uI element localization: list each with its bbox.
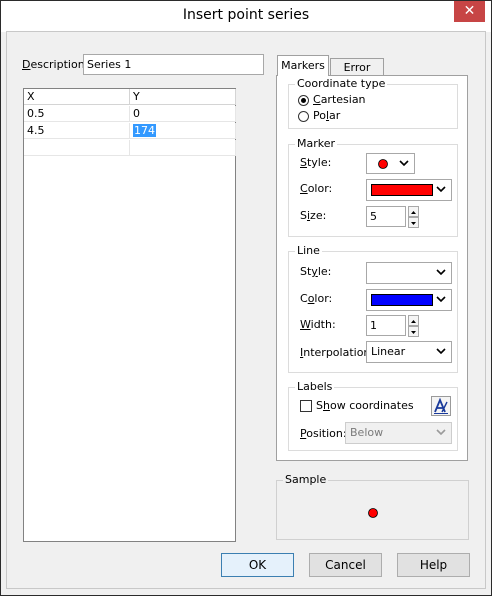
markers-tab-panel: Coordinate type Cartesian Polar Marker S… [276,75,468,461]
line-style-label: Style: [300,265,332,278]
position-label: Position: [300,427,347,440]
table-cell-x[interactable]: 0.5 [24,106,130,122]
marker-style-select[interactable] [366,153,415,174]
window-title: Insert point series [182,7,310,23]
help-button[interactable]: Help [397,553,470,577]
table-row-empty [24,140,236,156]
show-coordinates-label[interactable]: Show coordinates [316,399,414,412]
chevron-down-icon [399,160,409,167]
show-coordinates-checkbox[interactable] [300,400,312,412]
marker-color-swatch [371,184,433,196]
interpolation-label: Interpolation: [300,346,375,359]
line-width-label: Width: [300,318,336,331]
arrow-up-icon [411,320,416,323]
tab-markers[interactable]: Markers [277,55,329,76]
spin-down-button[interactable] [408,326,419,337]
cartesian-radio[interactable] [298,95,309,106]
arrow-down-icon [411,222,416,225]
sample-group: Sample [276,473,469,540]
polar-radio[interactable] [298,111,309,122]
marker-legend: Marker [295,137,338,151]
sample-legend: Sample [283,473,329,487]
description-input[interactable] [83,54,264,75]
column-header-x[interactable]: X [24,89,130,105]
ok-button[interactable]: OK [221,553,294,577]
title-bar: Insert point series ✕ [1,1,491,32]
marker-group: Marker Style: Color: Size: [288,137,458,237]
line-color-label: Color: [300,292,333,305]
position-value: Below [350,426,384,439]
column-header-y[interactable]: Y [130,89,236,105]
red-dot-icon [378,159,388,169]
line-color-swatch [371,294,433,306]
marker-color-select[interactable] [366,179,452,201]
arrow-up-icon [411,211,416,214]
position-select-disabled[interactable]: Below [345,422,452,444]
spin-up-button[interactable] [408,206,419,217]
description-label: Description: [22,58,89,71]
radio-selected-dot [301,98,306,103]
chevron-down-icon [436,296,446,303]
chevron-down-icon [436,269,446,276]
spin-down-button[interactable] [408,217,419,228]
labels-legend: Labels [295,380,335,394]
chevron-down-icon [436,348,446,355]
line-color-select[interactable] [366,289,452,311]
table-cell-y-editing[interactable]: 174 [130,123,236,139]
marker-style-dot [378,159,388,169]
font-button[interactable] [431,396,451,416]
marker-color-label: Color: [300,182,333,195]
sample-marker-dot [368,508,378,518]
line-style-select[interactable] [366,262,452,284]
font-icon [434,397,448,414]
tab-error-bars[interactable]: Error bars [330,58,384,91]
marker-style-label: Style: [300,156,332,169]
table-row: 0.5 0 [24,106,236,122]
arrow-down-icon [411,331,416,334]
line-group: Line Style: Color: Width: Interpolation:… [288,244,458,373]
cartesian-label[interactable]: Cartesian [313,93,366,106]
table-row: 4.5 174 [24,123,236,139]
close-button[interactable]: ✕ [454,1,485,22]
chevron-down-icon [436,429,446,436]
chevron-down-icon [436,186,446,193]
table-cell-x[interactable]: 4.5 [24,123,130,139]
line-legend: Line [295,244,322,258]
spin-up-button[interactable] [408,315,419,326]
sample-marker-icon [368,508,378,518]
line-width-input[interactable] [366,315,406,336]
marker-size-input[interactable] [366,206,406,227]
marker-size-label: Size: [300,209,327,222]
interpolation-select[interactable]: Linear [366,341,452,363]
table-header-row: X Y [24,89,236,105]
table-cell-empty[interactable] [24,140,130,156]
data-table[interactable]: X Y 0.5 0 4.5 174 [23,88,236,542]
close-icon: ✕ [463,3,476,19]
cancel-button[interactable]: Cancel [309,553,382,577]
labels-group: Labels Show coordinates Position: Below [288,380,458,451]
polar-label[interactable]: Polar [313,109,340,122]
interpolation-value: Linear [371,345,406,358]
table-cell-y[interactable]: 0 [130,106,236,122]
selected-cell-text[interactable]: 174 [133,124,156,137]
table-cell-empty[interactable] [130,140,236,156]
coordinate-type-group: Coordinate type Cartesian Polar [288,77,458,129]
coordinate-type-legend: Coordinate type [295,77,388,91]
